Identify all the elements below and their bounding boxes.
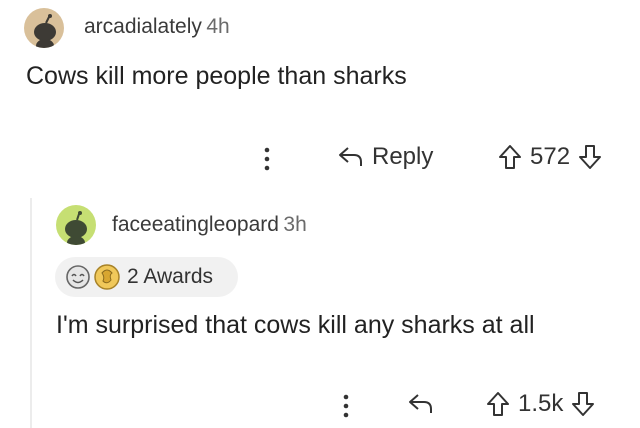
downvote-icon[interactable]: [578, 144, 602, 170]
score: 572: [530, 143, 571, 170]
awards-badge[interactable]: 2 Awards: [55, 257, 238, 297]
comment-header: arcadialately 4h: [84, 15, 230, 39]
score: 1.5k: [518, 390, 564, 417]
reply-label: Reply: [372, 143, 434, 170]
award-gold-icon: [94, 264, 120, 290]
comment-header: faceeatingleopard 3h: [112, 213, 307, 237]
username[interactable]: faceeatingleopard: [112, 213, 279, 236]
comment-actions: Reply 572: [0, 142, 640, 176]
comment-actions: 1.5k: [0, 389, 640, 423]
reply-button[interactable]: [408, 393, 434, 415]
more-options-icon[interactable]: [262, 144, 272, 174]
vote-controls: 572: [498, 143, 602, 171]
reply-button[interactable]: Reply: [338, 143, 433, 171]
avatar[interactable]: [24, 8, 64, 48]
awards-label: 2 Awards: [127, 265, 213, 288]
vote-controls: 1.5k: [486, 390, 595, 418]
timestamp: 4h: [206, 15, 230, 38]
comment-body: Cows kill more people than sharks: [26, 62, 407, 90]
reply-arrow-icon: [409, 394, 432, 413]
downvote-icon[interactable]: [571, 391, 595, 417]
reply-arrow-icon: [339, 147, 362, 166]
timestamp: 3h: [283, 213, 307, 236]
comment-body: I'm surprised that cows kill any sharks …: [56, 311, 535, 339]
snoo-avatar-icon: [65, 211, 87, 245]
upvote-icon[interactable]: [498, 144, 522, 170]
upvote-icon[interactable]: [486, 391, 510, 417]
award-face-icon: [66, 265, 90, 289]
username[interactable]: arcadialately: [84, 15, 202, 38]
snoo-avatar-icon: [34, 14, 56, 48]
avatar[interactable]: [56, 205, 96, 245]
more-options-icon[interactable]: [341, 391, 351, 421]
